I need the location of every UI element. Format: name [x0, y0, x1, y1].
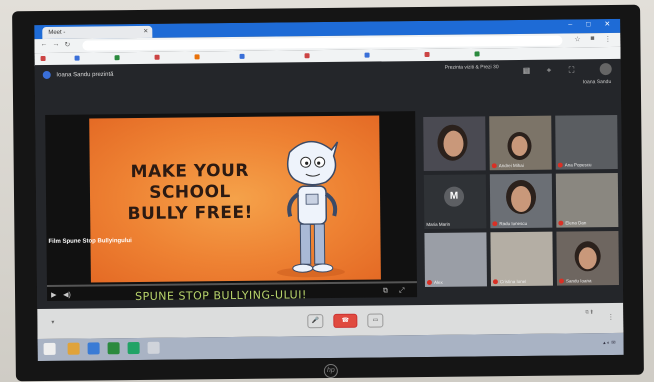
- mic-muted-icon: [557, 162, 563, 168]
- slide-headline: MAKE YOUR SCHOOL BULLY FREE!: [120, 161, 261, 225]
- video-fullscreen-icon[interactable]: ⤢: [399, 287, 405, 295]
- participant-tile[interactable]: Cristina Ionel: [490, 231, 553, 287]
- participant-name: Sandu Ioana: [558, 278, 592, 284]
- bookmark-item[interactable]: [154, 54, 162, 62]
- presentation-video[interactable]: MAKE YOUR SCHOOL BULLY FREE! Film Spune …: [45, 111, 418, 304]
- presenter-avatar: [42, 70, 51, 79]
- mic-muted-icon: [492, 221, 498, 227]
- meeting-details-button[interactable]: ▾: [51, 319, 54, 326]
- bookmark-item[interactable]: [474, 50, 482, 58]
- participant-name: Ana Popescu: [557, 162, 592, 168]
- fullscreen-icon[interactable]: ⛶: [569, 65, 575, 75]
- camera-button[interactable]: ▭: [367, 313, 384, 328]
- presenting-banner: Ioana Sandu prezintă: [42, 70, 114, 79]
- layout-icon[interactable]: ▦: [523, 66, 531, 75]
- window-controls[interactable]: – □ ✕: [568, 20, 616, 29]
- participant-tile[interactable]: Ana Popescu: [555, 114, 618, 170]
- self-name: Ioana Sandu: [582, 79, 612, 86]
- explorer-icon[interactable]: [67, 342, 80, 355]
- captions-icon[interactable]: ⧉: [383, 287, 388, 295]
- browser-taskbar-icon[interactable]: [87, 342, 100, 355]
- bookmark-item[interactable]: [239, 53, 247, 61]
- app-taskbar-icon[interactable]: [127, 341, 140, 355]
- slide-line: BULLY FREE!: [127, 202, 253, 225]
- participant-name: Radu Ionescu: [492, 221, 527, 227]
- extensions-icon[interactable]: ■: [590, 35, 594, 42]
- slide-line: SCHOOL: [149, 182, 231, 203]
- mic-muted-icon: [558, 220, 564, 226]
- participant-tile[interactable]: Sandu Ioana: [556, 230, 619, 286]
- tab-close-icon[interactable]: ✕: [143, 26, 148, 38]
- volume-icon[interactable]: ◀): [63, 291, 71, 299]
- star-icon[interactable]: ☆: [574, 35, 580, 43]
- captions-present-controls[interactable]: ⧉ ⬆: [585, 309, 593, 316]
- bookmark-item[interactable]: [40, 55, 48, 63]
- pin-icon[interactable]: ⌖: [547, 66, 552, 76]
- bookmark-item[interactable]: [194, 53, 202, 61]
- system-tray[interactable]: ▴ ◐ ✉: [603, 340, 616, 346]
- bookmark-item[interactable]: [424, 51, 432, 59]
- participant-grid: Andrei Mihai Ana Popescu M Maria Marin R…: [423, 114, 623, 297]
- os-taskbar: ▴ ◐ ✉: [37, 332, 624, 362]
- mic-button[interactable]: 🎤: [307, 314, 324, 329]
- screen: Meet - ✕ – □ ✕ ← → ↻ ☆ ■ ⋮ Ioana Sandu p…: [34, 18, 624, 362]
- start-icon[interactable]: [43, 342, 56, 355]
- reload-icon[interactable]: ↻: [64, 41, 70, 49]
- mic-muted-icon: [492, 279, 498, 285]
- participant-tile[interactable]: Alex: [424, 232, 487, 287]
- bookmark-item[interactable]: [114, 54, 122, 62]
- participant-name: Alex: [426, 279, 443, 285]
- more-options-icon[interactable]: ⋮: [607, 313, 614, 321]
- forward-icon[interactable]: →: [52, 41, 59, 48]
- bookmark-item[interactable]: [364, 52, 372, 60]
- self-avatar[interactable]: [599, 63, 612, 76]
- back-icon[interactable]: ←: [40, 41, 47, 48]
- play-icon[interactable]: ▶: [51, 291, 56, 299]
- monitor-bezel: Meet - ✕ – □ ✕ ← → ↻ ☆ ■ ⋮ Ioana Sandu p…: [12, 4, 644, 382]
- leave-call-button[interactable]: ☎: [333, 313, 358, 328]
- slide-frame: MAKE YOUR SCHOOL BULLY FREE!: [89, 115, 381, 283]
- menu-icon[interactable]: ⋮: [604, 35, 611, 43]
- app-taskbar-icon[interactable]: [147, 341, 160, 354]
- bookmark-item[interactable]: [74, 55, 82, 63]
- monitor-brand-logo: hp: [323, 363, 338, 379]
- participant-name: Maria Marin: [426, 221, 451, 227]
- mic-muted-icon: [491, 163, 497, 169]
- participant-avatar: M: [443, 186, 465, 207]
- video-title-label: Film Spune Stop Bullyingului: [48, 238, 132, 245]
- bookmark-item[interactable]: [304, 52, 312, 60]
- participant-tile[interactable]: M Maria Marin: [423, 174, 487, 229]
- app-taskbar-icon[interactable]: [107, 342, 120, 355]
- participant-name: Cristina Ionel: [492, 279, 526, 285]
- participant-tile[interactable]: Elena Dan: [555, 172, 619, 228]
- mic-muted-icon: [426, 279, 432, 285]
- participant-name: Elena Dan: [558, 220, 586, 226]
- participant-tile[interactable]: Andrei Mihai: [489, 115, 552, 171]
- slide-line: MAKE YOUR: [130, 160, 250, 183]
- presentation-info: Prezinta viziti & Prezi 30: [444, 64, 499, 71]
- meet-stage: Ioana Sandu prezintă Prezinta viziti & P…: [34, 58, 624, 310]
- tab-title: Meet -: [48, 29, 66, 36]
- participant-name: Andrei Mihai: [491, 163, 524, 169]
- mic-muted-icon: [558, 278, 564, 284]
- video-subtitle: SPUNE STOP BULLYING-ULUI!: [135, 288, 307, 304]
- participant-tile[interactable]: Radu Ionescu: [489, 173, 553, 229]
- participant-tile[interactable]: [423, 116, 486, 171]
- presenting-text: Ioana Sandu prezintă: [56, 71, 114, 79]
- cartoon-character-image: [276, 140, 345, 278]
